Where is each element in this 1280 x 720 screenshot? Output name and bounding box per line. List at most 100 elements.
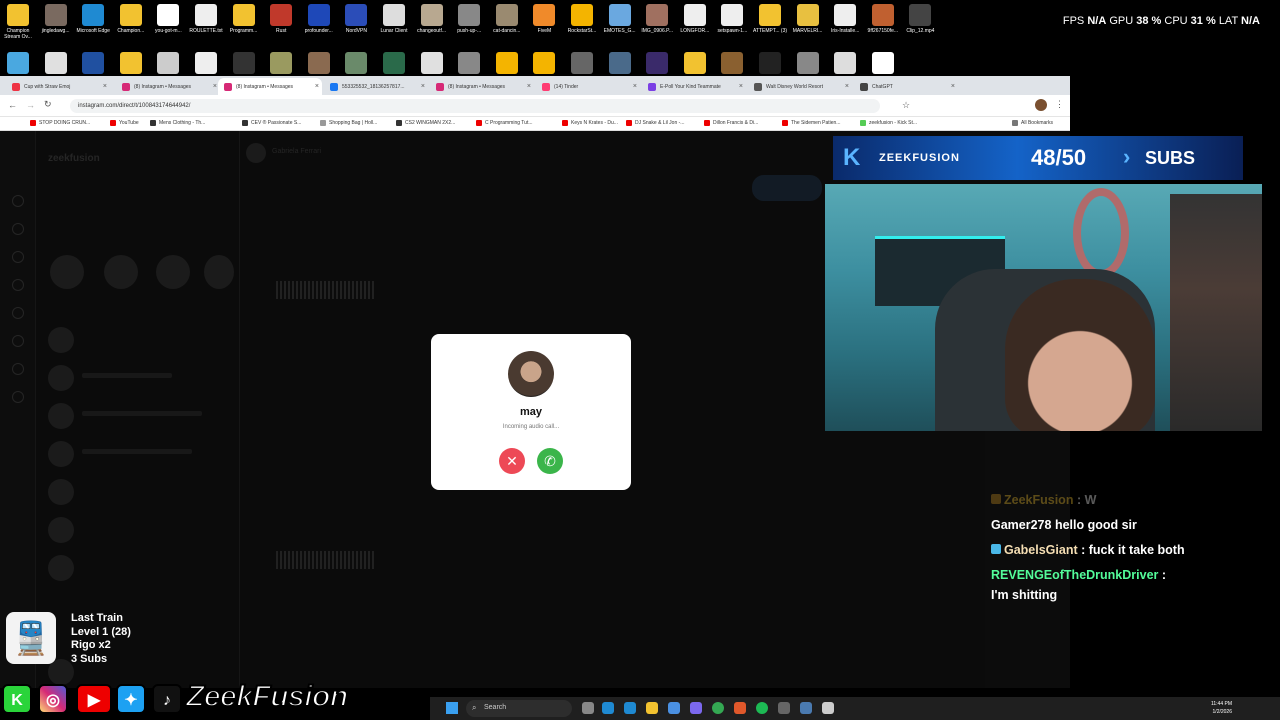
start-icon[interactable] xyxy=(446,702,458,714)
desktop-shortcut[interactable]: jingledawg... xyxy=(38,4,74,34)
desktop-shortcut[interactable]: Clip_12.mp4 xyxy=(902,4,938,34)
bookmark-link[interactable]: STOP DOING CRUN... xyxy=(30,120,90,126)
desktop-shortcut[interactable]: changeoutf... xyxy=(414,4,450,34)
file-explorer-icon[interactable] xyxy=(646,702,658,714)
bookmark-link[interactable]: YouTube xyxy=(110,120,139,126)
all-bookmarks-link[interactable]: All Bookmarks xyxy=(1012,120,1053,126)
desktop-shortcut[interactable] xyxy=(865,52,901,76)
desktop-shortcut[interactable]: Lunar Client xyxy=(376,4,412,34)
desktop-shortcut[interactable]: MARVELRI... xyxy=(790,4,826,34)
desktop-shortcut[interactable] xyxy=(150,52,186,76)
browser-tab[interactable]: (8) Instagram • Messages × xyxy=(218,78,322,95)
desktop-shortcut[interactable]: Rust xyxy=(263,4,299,34)
desktop-shortcut[interactable] xyxy=(301,52,337,76)
desktop-shortcut[interactable] xyxy=(263,52,299,76)
desktop-shortcut[interactable] xyxy=(226,52,262,76)
desktop-shortcut[interactable] xyxy=(752,52,788,76)
discord-icon[interactable] xyxy=(690,702,702,714)
browser-tab[interactable]: ChatGPT × xyxy=(854,78,958,95)
desktop-shortcut[interactable] xyxy=(677,52,713,76)
browser-tab[interactable]: E-Poll Your Kind Teammate × xyxy=(642,78,746,95)
desktop-shortcut[interactable] xyxy=(414,52,450,76)
desktop-shortcut[interactable] xyxy=(38,52,74,76)
close-tab-icon[interactable]: × xyxy=(103,83,107,90)
desktop-shortcut[interactable]: setspawn-1... xyxy=(714,4,750,34)
desktop-shortcut[interactable] xyxy=(338,52,374,76)
accept-call-button[interactable]: ✆ xyxy=(537,448,563,474)
desktop-shortcut[interactable] xyxy=(376,52,412,76)
desktop-shortcut[interactable] xyxy=(827,52,863,76)
edge-icon[interactable] xyxy=(602,702,614,714)
desktop-shortcut[interactable]: ATTEMPT... (3) xyxy=(752,4,788,34)
decline-call-button[interactable]: ✕ xyxy=(499,448,525,474)
desktop-shortcut[interactable]: Champion Stream Ov... xyxy=(0,4,36,40)
close-tab-icon[interactable]: × xyxy=(421,83,425,90)
desktop-shortcut[interactable] xyxy=(714,52,750,76)
desktop-shortcut[interactable] xyxy=(639,52,675,76)
bookmark-link[interactable]: Shopping Bag | Holl... xyxy=(320,120,377,126)
settings-icon[interactable] xyxy=(822,702,834,714)
app-icon[interactable] xyxy=(734,702,746,714)
desktop-shortcut[interactable] xyxy=(0,52,36,76)
forward-icon[interactable]: → xyxy=(26,100,35,110)
browser-tab[interactable]: (14) Tinder × xyxy=(536,78,640,95)
desktop-shortcut[interactable]: Microsoft Edge xyxy=(75,4,111,34)
task-view-icon[interactable] xyxy=(582,702,594,714)
chrome-icon[interactable] xyxy=(712,702,724,714)
store-icon[interactable] xyxy=(668,702,680,714)
close-tab-icon[interactable]: × xyxy=(213,83,217,90)
browser-tab[interactable]: Cup with Straw Emoj × xyxy=(6,78,110,95)
desktop-shortcut[interactable]: Programm... xyxy=(226,4,262,34)
desktop-shortcut[interactable]: ROULETTE.txt xyxy=(188,4,224,34)
desktop-shortcut[interactable] xyxy=(526,52,562,76)
desktop-shortcut[interactable]: push-up-... xyxy=(451,4,487,34)
desktop-shortcut[interactable]: IMG_0906.P... xyxy=(639,4,675,34)
desktop-shortcut[interactable]: Iris-Installe... xyxy=(827,4,863,34)
desktop-shortcut[interactable] xyxy=(564,52,600,76)
desktop-shortcut[interactable] xyxy=(113,52,149,76)
desktop-shortcut[interactable] xyxy=(75,52,111,76)
url-field[interactable]: instagram.com/direct/t/100843174644942/ xyxy=(70,99,880,113)
desktop-shortcut[interactable] xyxy=(790,52,826,76)
desktop-shortcut[interactable] xyxy=(451,52,487,76)
desktop-shortcut[interactable]: 9ff267150fe... xyxy=(865,4,901,34)
close-tab-icon[interactable]: × xyxy=(951,83,955,90)
reload-icon[interactable]: ↻ xyxy=(44,99,52,110)
desktop-shortcut[interactable]: profounder... xyxy=(301,4,337,34)
bookmark-link[interactable]: The Sidemen Patien... xyxy=(782,120,840,126)
browser-tab[interactable]: Walt Disney World Resort × xyxy=(748,78,852,95)
desktop-shortcut[interactable] xyxy=(188,52,224,76)
browser-tab[interactable]: (8) Instagram • Messages × xyxy=(430,78,534,95)
browser-menu-icon[interactable]: ⋮ xyxy=(1055,99,1064,110)
desktop-shortcut[interactable] xyxy=(602,52,638,76)
close-tab-icon[interactable]: × xyxy=(633,83,637,90)
browser-tab[interactable]: 553325532_18136257817... × xyxy=(324,78,428,95)
close-tab-icon[interactable]: × xyxy=(315,83,319,90)
close-tab-icon[interactable]: × xyxy=(739,83,743,90)
taskbar-search[interactable]: ⌕ Search xyxy=(466,700,572,717)
bookmark-link[interactable]: CS2 WINGMAN 2X2... xyxy=(396,120,455,126)
bookmark-link[interactable]: Dillon Francis & Di... xyxy=(704,120,758,126)
desktop-shortcut[interactable]: cat-dancin... xyxy=(489,4,525,34)
bookmark-link[interactable]: Mens Clothing - Th... xyxy=(150,120,205,126)
desktop-shortcut[interactable] xyxy=(489,52,525,76)
desktop-shortcut[interactable]: RockstarSt... xyxy=(564,4,600,34)
desktop-shortcut[interactable]: NordVPN xyxy=(338,4,374,34)
bookmark-link[interactable]: CEV ® Passionate S... xyxy=(242,120,301,126)
bookmark-link[interactable]: Keys N Krates - Du... xyxy=(562,120,618,126)
app-icon[interactable] xyxy=(778,702,790,714)
app-icon[interactable] xyxy=(800,702,812,714)
close-tab-icon[interactable]: × xyxy=(845,83,849,90)
bookmark-link[interactable]: zeekfusion - Kick St... xyxy=(860,120,917,126)
desktop-shortcut[interactable]: LONGFOR... xyxy=(677,4,713,34)
desktop-shortcut[interactable]: FiveM xyxy=(526,4,562,34)
desktop-shortcut[interactable]: EMOTES_G... xyxy=(602,4,638,34)
edge-icon[interactable] xyxy=(624,702,636,714)
bookmark-link[interactable]: C Programming Tut... xyxy=(476,120,533,126)
close-tab-icon[interactable]: × xyxy=(527,83,531,90)
system-clock[interactable]: 11:44 PM 1/2/2026 xyxy=(1211,700,1232,716)
browser-tab[interactable]: (8) Instagram • Messages × xyxy=(116,78,220,95)
bookmark-star-icon[interactable]: ☆ xyxy=(902,100,910,111)
bookmark-link[interactable]: DJ Snake & Lil Jon -... xyxy=(626,120,684,126)
spotify-icon[interactable] xyxy=(756,702,768,714)
